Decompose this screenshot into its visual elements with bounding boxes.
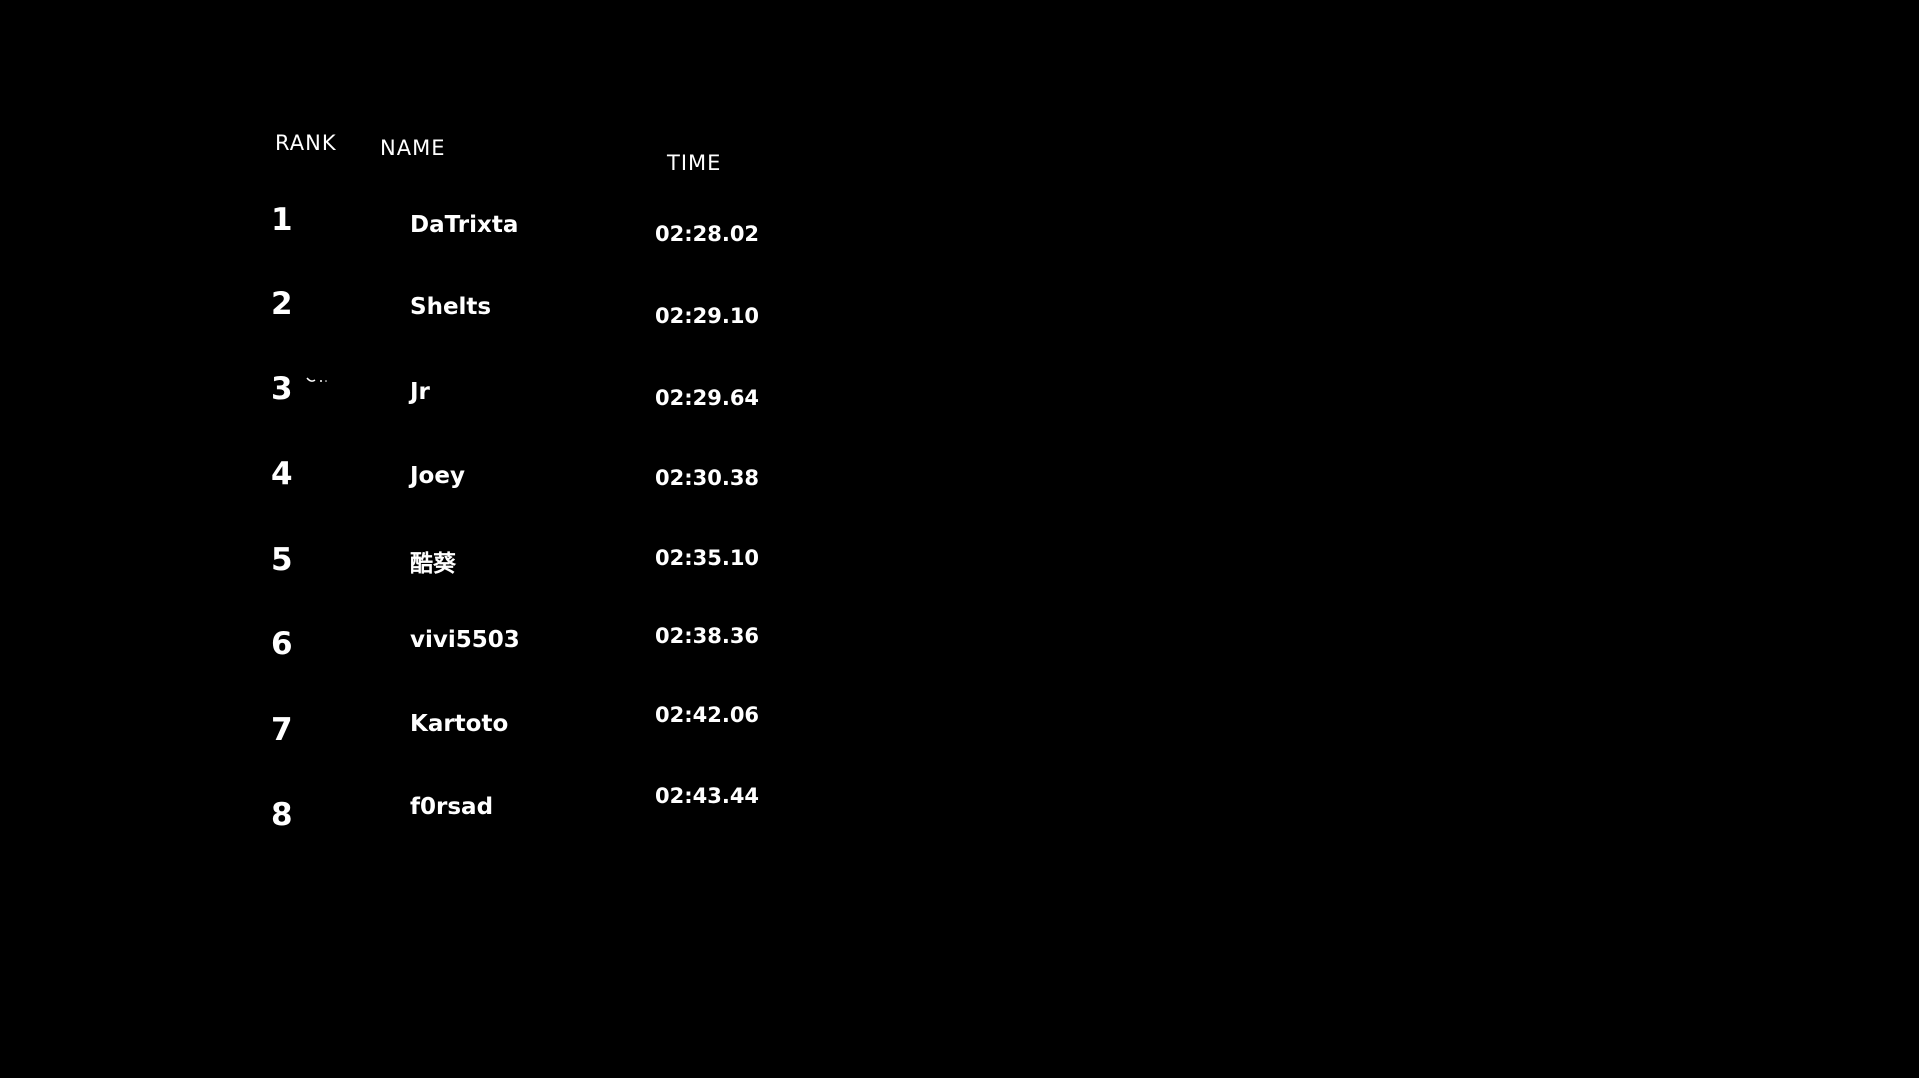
leaderboard-row: 4 Joey 02:30.38: [0, 452, 1919, 536]
player-name: Joey: [410, 463, 465, 489]
rank-value: 7: [271, 712, 293, 748]
rank-value: 4: [271, 456, 293, 492]
leaderboard-row: 1 DaTrixta 02:28.02: [0, 198, 1919, 282]
leaderboard-screen: RANK NAME TIME 1 DaTrixta 02:28.02 2 She…: [0, 0, 1919, 1078]
leaderboard-row: 3 Jr 02:29.64: [0, 366, 1919, 450]
rank-column-header: RANK: [275, 131, 337, 155]
player-name: vivi5503: [410, 627, 520, 653]
lap-time: 02:38.36: [655, 624, 760, 648]
lap-time: 02:29.64: [655, 386, 760, 410]
lap-time: 02:29.10: [655, 304, 760, 328]
rank-value: 5: [271, 542, 293, 578]
time-column-header: TIME: [667, 151, 722, 175]
rank-value: 3: [271, 371, 293, 407]
player-name: DaTrixta: [410, 212, 519, 238]
leaderboard-row: 6 vivi5503 02:38.36: [0, 620, 1919, 704]
lap-time: 02:43.44: [655, 784, 760, 808]
rank-value: 2: [271, 286, 293, 322]
leaderboard-row: 5 酷葵 02:35.10: [0, 536, 1919, 620]
player-name: Kartoto: [410, 711, 509, 737]
player-name: f0rsad: [410, 794, 494, 820]
lap-time: 02:30.38: [655, 466, 760, 490]
leaderboard-row: 8 f0rsad 02:43.44: [0, 784, 1919, 872]
rank-value: 1: [271, 202, 293, 238]
leaderboard-row: 7 Kartoto 02:42.06: [0, 703, 1919, 788]
player-name: 酷葵: [410, 551, 456, 577]
leaderboard-row: 2 Shelts 02:29.10: [0, 282, 1919, 366]
rank-value: 8: [271, 797, 293, 833]
name-column-header: NAME: [380, 136, 446, 160]
smudge-mark: [306, 377, 327, 382]
player-name: Shelts: [410, 294, 492, 320]
lap-time: 02:28.02: [655, 222, 760, 246]
player-name: Jr: [410, 379, 430, 405]
lap-time: 02:35.10: [655, 546, 760, 570]
lap-time: 02:42.06: [655, 703, 760, 727]
rank-value: 6: [271, 626, 293, 662]
